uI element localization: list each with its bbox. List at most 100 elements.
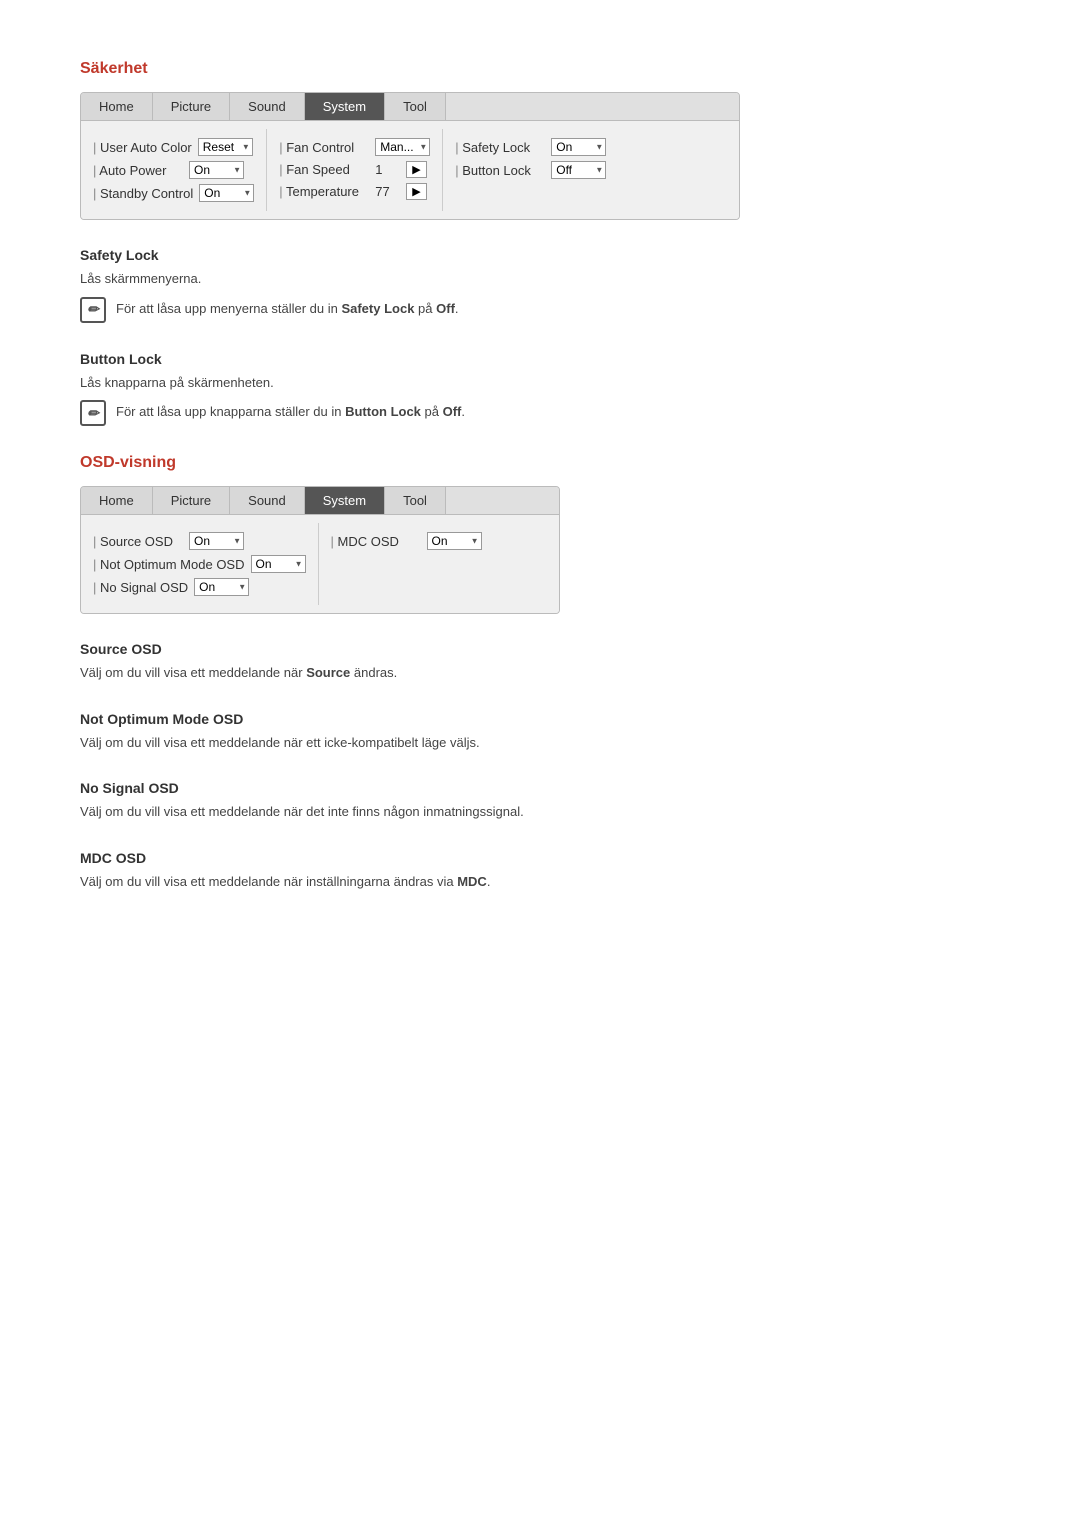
sakerhet-menu-body: User Auto Color Reset Auto Power On Off [81,121,739,219]
button-lock-bold1: Button Lock [345,404,421,419]
safety-lock-bold2: Off [436,301,455,316]
fan-speed-value: 1 [375,162,400,177]
tab-picture-1[interactable]: Picture [153,93,230,120]
no-signal-select[interactable]: On Off [194,578,249,596]
temperature-value: 77 [375,184,400,199]
user-auto-color-label: User Auto Color [93,140,192,155]
menu-row-user-auto-color: User Auto Color Reset [93,138,254,156]
not-optimum-section: Not Optimum Mode OSD Välj om du vill vis… [80,711,1000,753]
safety-lock-label: Safety Lock [455,140,545,155]
osd-visning-section: OSD-visning Home Picture Sound System To… [80,454,1000,891]
mdc-osd-section: MDC OSD Välj om du vill visa ett meddela… [80,850,1000,892]
mdc-osd-select[interactable]: On Off [427,532,482,550]
fan-control-select-wrap: Man... Auto [375,138,430,156]
button-lock-select-wrap: Off On [551,161,606,179]
button-lock-note-box: ✏ För att låsa upp knapparna ställer du … [80,400,1000,426]
menu-row-fan-speed: Fan Speed 1 ▶ [279,161,430,178]
menu-row-button-lock: Button Lock Off On [455,161,606,179]
not-optimum-label: Not Optimum Mode OSD [93,557,245,572]
user-auto-color-select-wrap: Reset [198,138,253,156]
mdc-osd-description: Välj om du vill visa ett meddelande när … [80,872,1000,892]
tab-system-1[interactable]: System [305,93,385,120]
not-optimum-description: Välj om du vill visa ett meddelande när … [80,733,1000,753]
no-signal-label: No Signal OSD [93,580,188,595]
safety-lock-section: Safety Lock Lås skärmmenyerna. ✏ För att… [80,247,1000,323]
osd-tab-system[interactable]: System [305,487,385,514]
user-auto-color-select[interactable]: Reset [198,138,253,156]
mdc-bold: MDC [457,874,487,889]
safety-lock-heading: Safety Lock [80,247,1000,263]
button-lock-section: Button Lock Lås knapparna på skärmenhete… [80,351,1000,427]
sakerhet-col-2: Fan Control Man... Auto Fan Speed 1 ▶ Te… [267,129,443,211]
mdc-osd-heading: MDC OSD [80,850,1000,866]
button-lock-note-text: För att låsa upp knapparna ställer du in… [116,400,465,422]
button-lock-note-icon: ✏ [80,400,106,426]
safety-lock-note-text: För att låsa upp menyerna ställer du in … [116,297,459,319]
safety-lock-bold1: Safety Lock [341,301,414,316]
osd-menu-body: Source OSD On Off Not Optimum Mode OSD O… [81,515,559,613]
osd-col-1: Source OSD On Off Not Optimum Mode OSD O… [81,523,319,605]
no-signal-select-wrap: On Off [194,578,249,596]
fan-speed-label: Fan Speed [279,162,369,177]
safety-lock-select-wrap: On Off [551,138,606,156]
osd-tabs: Home Picture Sound System Tool [81,487,559,515]
tab-home-1[interactable]: Home [81,93,153,120]
standby-control-label: Standby Control [93,186,193,201]
sakerhet-section: Säkerhet Home Picture Sound System Tool … [80,60,1000,426]
button-lock-bold2: Off [443,404,462,419]
sakerhet-tabs: Home Picture Sound System Tool [81,93,739,121]
temperature-arrow[interactable]: ▶ [406,183,426,200]
standby-control-select-wrap: On Off [199,184,254,202]
not-optimum-select[interactable]: On Off [251,555,306,573]
source-osd-section: Source OSD Välj om du vill visa ett medd… [80,641,1000,683]
osd-tab-sound[interactable]: Sound [230,487,305,514]
no-signal-description: Välj om du vill visa ett meddelande när … [80,802,1000,822]
auto-power-select-wrap: On Off [189,161,244,179]
osd-tab-tool[interactable]: Tool [385,487,446,514]
menu-row-auto-power: Auto Power On Off [93,161,254,179]
source-osd-heading: Source OSD [80,641,1000,657]
sakerhet-col-3: Safety Lock On Off Button Lock Off On [443,129,618,211]
safety-lock-select[interactable]: On Off [551,138,606,156]
menu-row-mdc-osd: MDC OSD On Off [331,532,482,550]
no-signal-section: No Signal OSD Välj om du vill visa ett m… [80,780,1000,822]
osd-tab-home[interactable]: Home [81,487,153,514]
fan-speed-arrow[interactable]: ▶ [406,161,426,178]
menu-row-safety-lock: Safety Lock On Off [455,138,606,156]
safety-lock-note-box: ✏ För att låsa upp menyerna ställer du i… [80,297,1000,323]
no-signal-heading: No Signal OSD [80,780,1000,796]
auto-power-label: Auto Power [93,163,183,178]
sakerhet-title: Säkerhet [80,60,1000,78]
menu-row-source-osd: Source OSD On Off [93,532,306,550]
osd-visning-title: OSD-visning [80,454,1000,472]
mdc-osd-select-wrap: On Off [427,532,482,550]
osd-tab-picture[interactable]: Picture [153,487,230,514]
tab-tool-1[interactable]: Tool [385,93,446,120]
source-osd-select-wrap: On Off [189,532,244,550]
standby-control-select[interactable]: On Off [199,184,254,202]
menu-row-fan-control: Fan Control Man... Auto [279,138,430,156]
menu-row-not-optimum: Not Optimum Mode OSD On Off [93,555,306,573]
not-optimum-heading: Not Optimum Mode OSD [80,711,1000,727]
button-lock-select[interactable]: Off On [551,161,606,179]
tab-sound-1[interactable]: Sound [230,93,305,120]
fan-control-select[interactable]: Man... Auto [375,138,430,156]
source-osd-description: Välj om du vill visa ett meddelande när … [80,663,1000,683]
osd-menu-panel: Home Picture Sound System Tool Source OS… [80,486,560,614]
fan-control-label: Fan Control [279,140,369,155]
source-bold: Source [306,665,350,680]
not-optimum-select-wrap: On Off [251,555,306,573]
osd-col-2: MDC OSD On Off [319,523,494,605]
safety-lock-description: Lås skärmmenyerna. [80,269,1000,289]
menu-row-no-signal: No Signal OSD On Off [93,578,306,596]
source-osd-select[interactable]: On Off [189,532,244,550]
button-lock-label: Button Lock [455,163,545,178]
safety-lock-note-icon: ✏ [80,297,106,323]
auto-power-select[interactable]: On Off [189,161,244,179]
source-osd-label: Source OSD [93,534,183,549]
sakerhet-col-1: User Auto Color Reset Auto Power On Off [81,129,267,211]
button-lock-description: Lås knapparna på skärmenheten. [80,373,1000,393]
menu-row-temperature: Temperature 77 ▶ [279,183,430,200]
sakerhet-menu-panel: Home Picture Sound System Tool User Auto… [80,92,740,220]
mdc-osd-label: MDC OSD [331,534,421,549]
